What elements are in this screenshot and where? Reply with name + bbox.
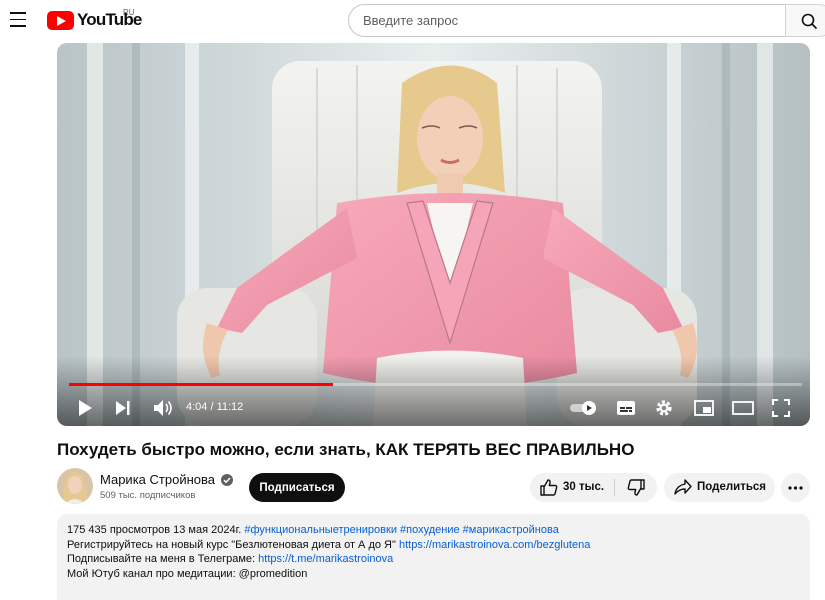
- like-count: 30 тыс.: [563, 481, 605, 493]
- telegram-text: Подписывайте на меня в Телеграме:: [67, 553, 256, 565]
- next-icon[interactable]: [115, 399, 131, 417]
- channel-name[interactable]: Марика Стройнова: [100, 472, 233, 487]
- description-line-1: Регистрируйтесь на новый курс "Безлютено…: [67, 538, 800, 553]
- hashtags[interactable]: #функциональныетренировки #похудение #ма…: [244, 524, 558, 536]
- share-arrow-icon: [674, 479, 692, 495]
- share-label: Поделиться: [697, 481, 767, 493]
- description-box[interactable]: 175 435 просмотров 13 мая 2024г. #функци…: [57, 514, 810, 600]
- region-code: RU: [123, 8, 135, 17]
- subtitles-icon[interactable]: [616, 399, 636, 417]
- video-title: Похудеть быстро можно, если знать, КАК Т…: [57, 440, 635, 459]
- search-button[interactable]: [785, 4, 825, 37]
- play-logo-icon: [47, 10, 74, 30]
- search-input[interactable]: [348, 4, 786, 37]
- like-dislike-group: 30 тыс.: [530, 473, 657, 502]
- progress-played: [69, 383, 333, 386]
- avatar-image: [57, 468, 93, 504]
- search-icon: [801, 13, 818, 30]
- course-link[interactable]: https://marikastroinova.com/bezglutena: [399, 539, 590, 551]
- dislike-button[interactable]: [615, 473, 657, 502]
- description-meta-line: 175 435 просмотров 13 мая 2024г. #функци…: [67, 523, 800, 538]
- fullscreen-icon[interactable]: [772, 399, 790, 417]
- share-button[interactable]: Поделиться: [664, 473, 775, 502]
- theater-mode-icon[interactable]: [732, 399, 754, 417]
- course-text: Регистрируйтесь на новый курс "Безлютено…: [67, 538, 396, 551]
- description-line-3: Мой Ютуб канал про медитации: @promediti…: [67, 567, 800, 582]
- channel-name-text: Марика Стройнова: [100, 472, 215, 487]
- play-icon[interactable]: [77, 399, 93, 417]
- meditation-channel-text: Мой Ютуб канал про медитации: @promediti…: [67, 567, 308, 580]
- time-display: 4:04 / 11:12: [186, 401, 244, 413]
- channel-avatar[interactable]: [57, 468, 93, 504]
- verified-check-icon: [220, 473, 233, 486]
- more-actions-button[interactable]: [781, 473, 810, 502]
- autoplay-toggle-icon[interactable]: [569, 399, 599, 417]
- views-and-date: 175 435 просмотров 13 мая 2024г.: [67, 524, 242, 536]
- progress-bar[interactable]: [69, 383, 802, 386]
- subscriber-count: 509 тыс. подписчиков: [100, 490, 196, 501]
- like-button[interactable]: 30 тыс.: [530, 473, 614, 502]
- thumbs-down-icon: [627, 479, 645, 496]
- settings-gear-icon[interactable]: [655, 399, 673, 417]
- telegram-link[interactable]: https://t.me/marikastroinova: [258, 553, 393, 565]
- thumbs-up-icon: [540, 479, 558, 496]
- video-player[interactable]: 4:04 / 11:12: [57, 43, 810, 426]
- subscribe-button[interactable]: Подписаться: [249, 473, 345, 502]
- miniplayer-icon[interactable]: [694, 399, 714, 417]
- description-line-2: Подписывайте на меня в Телеграме: https:…: [67, 552, 800, 567]
- top-bar: YouTube RU: [0, 0, 825, 42]
- more-dots-icon: [788, 486, 803, 490]
- volume-icon[interactable]: [153, 399, 173, 417]
- menu-icon[interactable]: [10, 12, 28, 28]
